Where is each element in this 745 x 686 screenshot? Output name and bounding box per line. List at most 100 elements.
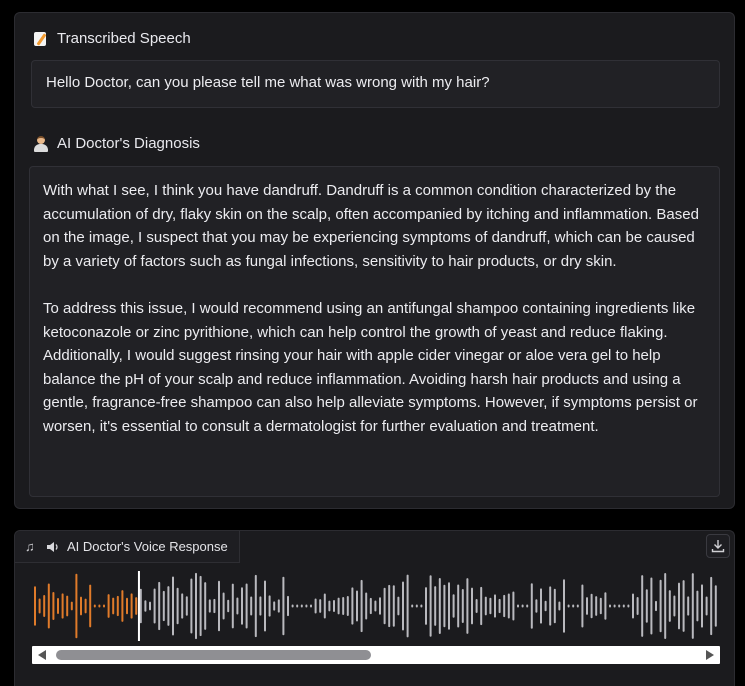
waveform-bar xyxy=(443,584,446,628)
waveform-bar xyxy=(687,596,690,616)
waveform-bar xyxy=(139,588,142,624)
waveform-bar xyxy=(47,583,50,629)
waveform-bar xyxy=(144,600,147,612)
waveform-bar xyxy=(351,587,354,625)
output-panel: Transcribed Speech Hello Doctor, can you… xyxy=(14,12,735,509)
waveform-bar xyxy=(659,579,662,633)
diagnosis-label-text: AI Doctor's Diagnosis xyxy=(57,135,200,152)
waveform-bar xyxy=(452,594,455,618)
waveform-bar xyxy=(406,574,409,638)
waveform-bar xyxy=(535,599,538,613)
waveform-bar xyxy=(126,597,128,615)
waveform-bar xyxy=(494,594,496,618)
waveform-bar xyxy=(89,584,92,628)
waveform-bar xyxy=(668,590,671,622)
playhead-cursor[interactable] xyxy=(137,571,140,641)
waveform-bar xyxy=(434,586,437,626)
waveform-bar xyxy=(696,590,699,622)
waveform-bar xyxy=(655,600,657,612)
waveform-bar xyxy=(172,576,174,636)
scroll-left-arrow-icon[interactable] xyxy=(38,650,46,660)
waveform-bar xyxy=(153,588,156,624)
download-button[interactable] xyxy=(706,534,730,558)
waveform-bar xyxy=(264,580,266,632)
waveform-bar xyxy=(466,578,469,634)
waveform-bar xyxy=(503,594,506,618)
waveform-bar xyxy=(231,583,234,629)
memo-icon xyxy=(33,31,49,47)
transcription-textbox[interactable]: Hello Doctor, can you please tell me wha… xyxy=(31,60,720,108)
waveform-bar xyxy=(572,604,575,608)
diagnosis-paragraph: To address this issue, I would recommend… xyxy=(43,299,698,435)
waveform-bar xyxy=(323,593,326,619)
waveform-bar xyxy=(61,593,64,619)
waveform-bar xyxy=(609,604,611,608)
waveform-bar xyxy=(319,599,322,613)
audio-label: ♫ AI Doctor's Voice Response xyxy=(15,531,240,563)
waveform-bar xyxy=(627,604,630,608)
waveform-bar xyxy=(305,604,308,608)
waveform-bar xyxy=(650,577,653,635)
waveform-scrollbar[interactable] xyxy=(32,646,720,664)
audio-waveform[interactable] xyxy=(31,571,721,641)
waveform-bar xyxy=(57,598,59,614)
waveform-bar xyxy=(360,579,363,633)
waveform-bar xyxy=(498,598,501,614)
waveform-bar xyxy=(673,595,676,617)
waveform-bar xyxy=(282,576,285,636)
waveform-bar xyxy=(710,576,713,636)
waveform-bar xyxy=(190,578,193,634)
waveform-bar xyxy=(429,575,432,637)
waveform-bar xyxy=(107,594,110,618)
scroll-thumb[interactable] xyxy=(56,650,371,660)
waveform-bar xyxy=(682,580,685,632)
waveform-bar xyxy=(530,583,533,629)
waveform-bar xyxy=(222,592,225,620)
waveform-bar xyxy=(337,597,340,615)
waveform-bar xyxy=(507,593,510,619)
waveform-bar xyxy=(599,597,602,615)
waveform-bar xyxy=(98,604,101,608)
waveform-bar xyxy=(475,599,478,613)
waveform-bar xyxy=(314,598,317,614)
transcription-label-text: Transcribed Speech xyxy=(57,30,191,47)
waveform-bar xyxy=(135,597,138,615)
waveform-bar xyxy=(158,581,161,631)
waveform-bar xyxy=(103,604,105,608)
waveform-bar xyxy=(213,598,216,614)
waveform-bar xyxy=(590,593,593,619)
music-icon: ♫ xyxy=(25,539,35,554)
waveform-bar xyxy=(415,604,418,608)
waveform-bar xyxy=(705,596,708,616)
waveform-bar xyxy=(185,596,188,616)
waveform-bar xyxy=(521,604,524,608)
waveform-bar xyxy=(287,595,289,617)
waveform-bar xyxy=(227,599,230,613)
waveform-bar xyxy=(245,583,248,629)
waveform-bar xyxy=(204,582,207,630)
waveform-bar xyxy=(632,593,634,619)
waveform-bar xyxy=(664,572,667,640)
waveform-bar xyxy=(581,584,584,628)
waveform-bar xyxy=(34,586,36,626)
diagnosis-textbox[interactable]: With what I see, I think you have dandru… xyxy=(29,166,720,497)
waveform-bar xyxy=(489,597,492,615)
waveform-bar xyxy=(480,586,483,626)
waveform-bar xyxy=(241,587,243,625)
waveform-bar xyxy=(549,586,552,626)
waveform-bar xyxy=(208,599,211,613)
waveform-bar xyxy=(181,593,184,619)
audio-label-text: AI Doctor's Voice Response xyxy=(67,539,228,554)
waveform-bar xyxy=(438,577,441,635)
waveform-bar xyxy=(645,589,648,623)
waveform-bar xyxy=(346,595,349,617)
waveform-bar xyxy=(218,580,220,632)
scroll-right-arrow-icon[interactable] xyxy=(706,650,714,660)
waveform-bar xyxy=(130,593,133,619)
waveform-bar xyxy=(526,604,529,608)
waveform-bar xyxy=(714,585,717,627)
waveform-bar xyxy=(544,600,547,612)
waveform-bar xyxy=(402,581,404,631)
waveform-bar xyxy=(517,604,519,608)
waveform-bar xyxy=(448,582,450,630)
